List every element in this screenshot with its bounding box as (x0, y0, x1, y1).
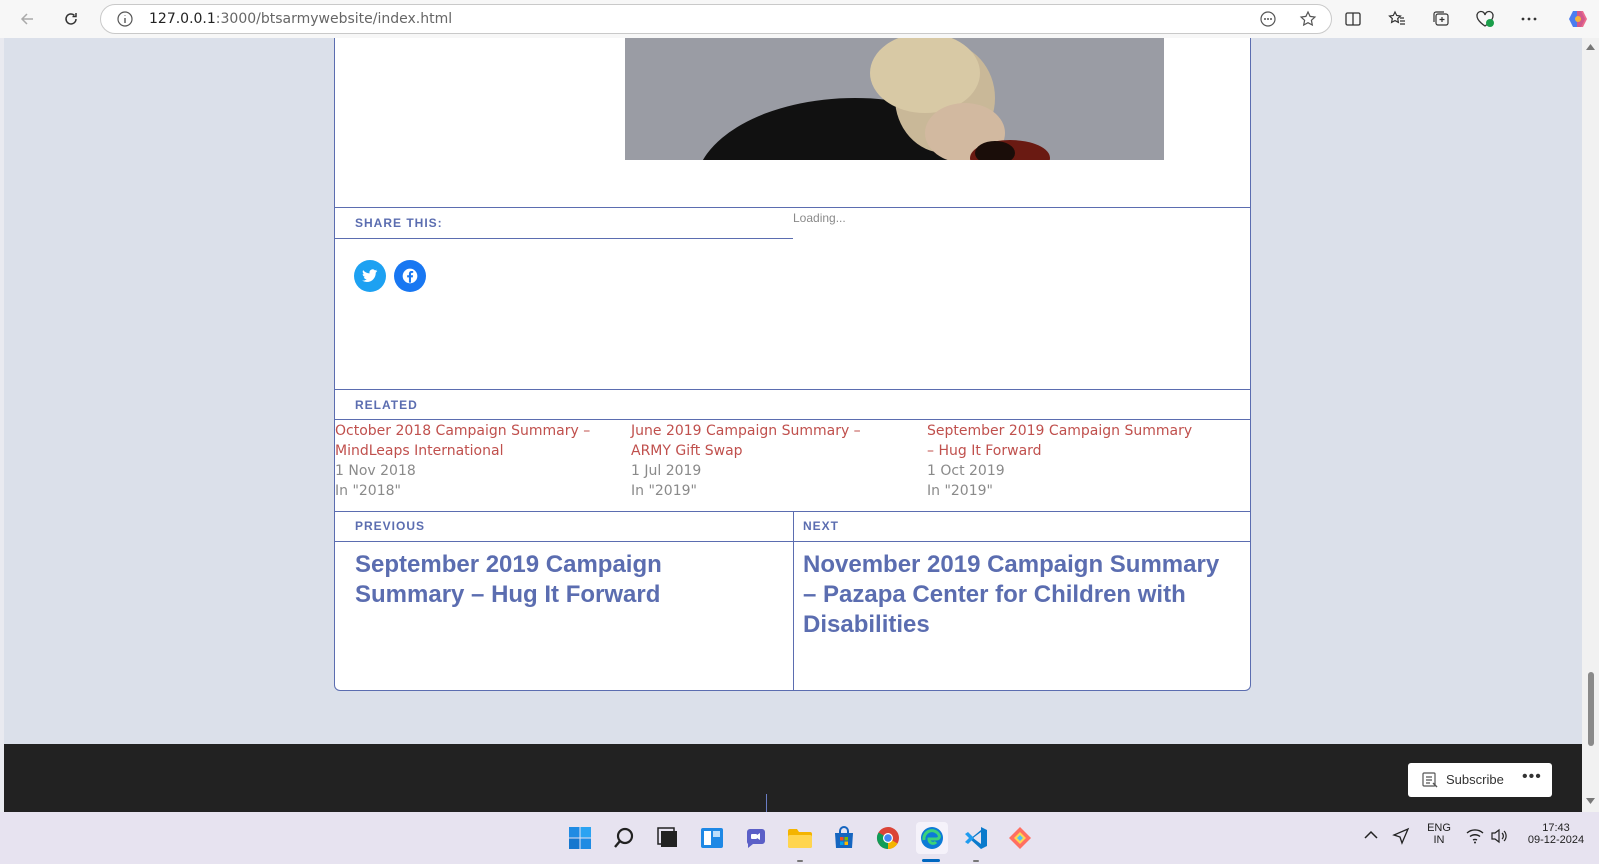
previous-post-link[interactable]: September 2019 Campaign Summary – Hug It… (355, 550, 755, 610)
language-indicator[interactable]: ENG IN (1424, 822, 1454, 846)
post-image (625, 38, 1164, 160)
browser-toolbar: 127.0.0.1:3000/btsarmywebsite/index.html (0, 0, 1599, 38)
edge-button[interactable] (916, 822, 948, 854)
vscode-button[interactable] (960, 822, 992, 854)
related-top-divider (335, 389, 1250, 390)
related-date: 1 Oct 2019 (927, 463, 1005, 479)
widgets-button[interactable] (696, 822, 728, 854)
file-explorer-button[interactable] (784, 822, 816, 854)
back-icon (20, 13, 33, 25)
related-item: October 2018 Campaign Summary – MindLeap… (335, 421, 605, 501)
scroll-thumb[interactable] (1588, 672, 1594, 746)
app-button[interactable] (1004, 822, 1036, 854)
site-footer: Subscribe ••• (4, 744, 1582, 812)
share-underline (335, 238, 793, 239)
teams-button[interactable] (740, 822, 772, 854)
twitter-icon (362, 269, 378, 282)
taskbar: ENG IN 17:43 09-12-2024 (0, 812, 1599, 864)
vscode-icon (965, 827, 987, 849)
refresh-icon (65, 13, 77, 25)
subscribe-button[interactable]: Subscribe (1446, 772, 1504, 787)
url-text: 127.0.0.1:3000/btsarmywebsite/index.html (149, 11, 452, 27)
task-view-button[interactable] (652, 822, 684, 854)
related-date: 1 Nov 2018 (335, 463, 416, 479)
related-link[interactable]: June 2019 Campaign Summary – ARMY Gift S… (631, 421, 901, 461)
footer-marker (766, 794, 767, 812)
next-post-link[interactable]: November 2019 Campaign Summary – Pazapa … (803, 550, 1223, 640)
related-category: In "2019" (927, 483, 993, 499)
address-bar[interactable]: 127.0.0.1:3000/btsarmywebsite/index.html (100, 4, 1332, 34)
active-indicator (922, 859, 940, 862)
related-category: In "2019" (631, 483, 697, 499)
subscribe-more-button[interactable]: ••• (1522, 768, 1542, 786)
store-button[interactable] (828, 822, 860, 854)
search-button[interactable] (608, 822, 640, 854)
language-primary: ENG (1427, 822, 1451, 834)
related-category: In "2018" (335, 483, 401, 499)
running-indicator (973, 860, 979, 862)
search-icon (614, 827, 634, 848)
related-link[interactable]: October 2018 Campaign Summary – MindLeap… (335, 421, 605, 461)
copilot-icon[interactable] (1565, 6, 1591, 32)
loading-text: Loading... (793, 211, 846, 225)
subscribe-widget: Subscribe ••• (1408, 763, 1552, 797)
twitter-share-button[interactable] (354, 260, 386, 292)
favorites-icon[interactable] (1384, 6, 1410, 32)
clock[interactable]: 17:43 09-12-2024 (1520, 822, 1592, 846)
widgets-icon (701, 828, 723, 848)
health-icon[interactable] (1472, 6, 1498, 32)
chrome-button[interactable] (872, 822, 904, 854)
teams-icon (747, 829, 765, 848)
facebook-share-button[interactable] (394, 260, 426, 292)
next-label: NEXT (803, 519, 840, 533)
reader-icon[interactable] (1259, 10, 1277, 33)
previous-label: PREVIOUS (355, 519, 426, 533)
back-button[interactable] (12, 4, 42, 34)
scroll-up-icon[interactable] (1586, 44, 1595, 50)
windows-icon (569, 827, 591, 849)
task-view-icon (657, 827, 677, 847)
wifi-icon[interactable] (1466, 828, 1484, 844)
volume-icon[interactable] (1490, 828, 1508, 844)
collections-icon[interactable] (1428, 6, 1454, 32)
more-icon[interactable] (1516, 6, 1542, 32)
language-secondary: IN (1433, 834, 1445, 846)
start-button[interactable] (564, 822, 596, 854)
favorite-icon[interactable] (1299, 10, 1317, 33)
clock-date: 09-12-2024 (1527, 834, 1585, 846)
related-date: 1 Jul 2019 (631, 463, 702, 479)
location-icon[interactable] (1392, 827, 1410, 845)
split-screen-icon[interactable] (1340, 6, 1366, 32)
scroll-down-icon[interactable] (1586, 798, 1595, 804)
store-icon (835, 826, 853, 848)
running-indicator (797, 860, 803, 862)
app-icon (1009, 827, 1031, 849)
related-item: June 2019 Campaign Summary – ARMY Gift S… (631, 421, 901, 501)
related-link[interactable]: September 2019 Campaign Summary – Hug It… (927, 421, 1197, 461)
share-title: SHARE THIS: (355, 216, 443, 230)
refresh-button[interactable] (56, 4, 86, 34)
url-path: :3000/btsarmywebsite/index.html (215, 11, 453, 27)
chevron-up-icon[interactable] (1364, 830, 1378, 840)
page-viewport: SHARE THIS: Loading... RELATED October 2… (4, 38, 1582, 812)
related-item: September 2019 Campaign Summary – Hug It… (927, 421, 1197, 501)
chrome-icon (877, 827, 899, 849)
facebook-icon (402, 268, 418, 284)
related-title: RELATED (355, 398, 418, 412)
url-host: 127.0.0.1 (149, 11, 216, 27)
related-bottom-divider (335, 419, 1250, 420)
edge-icon (921, 827, 943, 849)
folder-icon (788, 829, 812, 848)
share-divider (335, 207, 1250, 208)
post-nav-separator (793, 511, 794, 691)
vertical-scrollbar[interactable] (1582, 38, 1599, 812)
subscribe-icon (1422, 772, 1439, 793)
info-icon[interactable] (117, 11, 133, 32)
post-card: SHARE THIS: Loading... RELATED October 2… (334, 38, 1251, 691)
clock-time: 17:43 (1542, 822, 1570, 834)
